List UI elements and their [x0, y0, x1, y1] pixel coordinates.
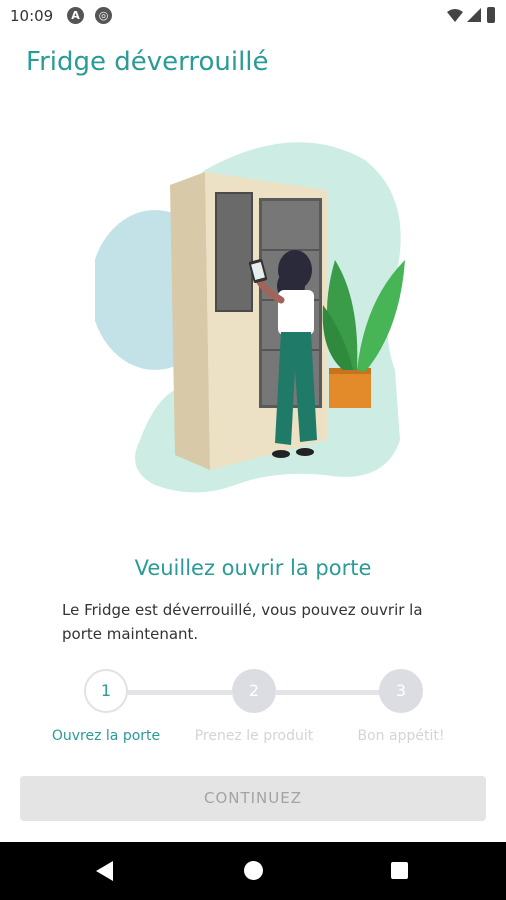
step-3-circle: 3 — [379, 669, 423, 713]
wifi-icon — [447, 9, 463, 22]
recent-apps-icon[interactable] — [391, 862, 408, 879]
step-1-circle: 1 — [84, 669, 128, 713]
progress-stepper: 1 2 3 Ouvrez la porte Prenez le produit … — [0, 662, 506, 752]
stepper-connector — [276, 690, 380, 695]
home-icon[interactable] — [244, 861, 263, 880]
step-2-label: Prenez le produit — [194, 728, 314, 744]
instruction-heading: Veuillez ouvrir la porte — [134, 556, 372, 580]
back-icon[interactable] — [96, 861, 113, 881]
cell-signal-icon — [467, 8, 481, 22]
android-notification-icon: A — [67, 7, 84, 24]
step-3-label: Bon appétit! — [357, 728, 445, 744]
data-saver-icon: ◎ — [95, 7, 112, 24]
page-title: Fridge déverrouillé — [26, 47, 269, 77]
battery-icon — [487, 7, 495, 23]
instruction-description: Le Fridge est déverrouillé, vous pouvez … — [62, 601, 423, 643]
system-navigation-bar — [0, 842, 506, 900]
status-bar: 10:09 A ◎ — [0, 0, 506, 32]
status-time: 10:09 — [10, 7, 54, 25]
continue-button[interactable]: CONTINUEZ — [20, 776, 486, 821]
step-2-circle: 2 — [232, 669, 276, 713]
fridge-illustration — [95, 142, 405, 493]
step-1-label: Ouvrez la porte — [51, 728, 161, 744]
stepper-connector — [126, 690, 232, 695]
